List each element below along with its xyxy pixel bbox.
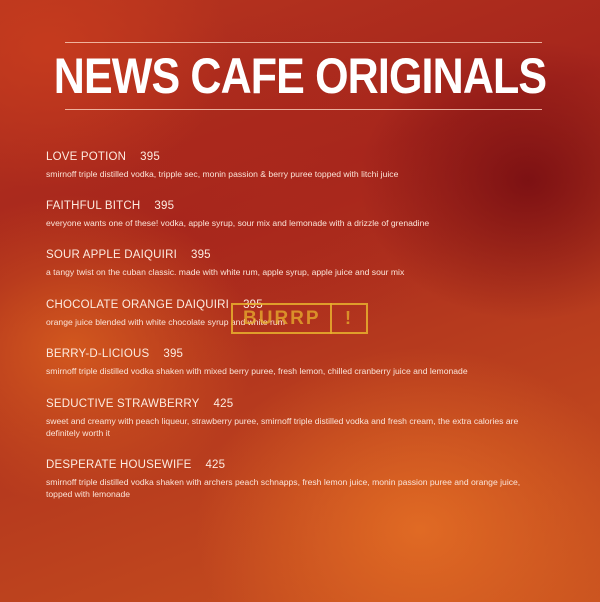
watermark-exclamation-mark: !	[330, 303, 366, 334]
item-price: 395	[154, 200, 175, 212]
item-name-row: LOVE POTION 395	[46, 150, 546, 164]
item-price: 395	[163, 348, 184, 360]
item-description: smirnoff triple distilled vodka, tripple…	[46, 169, 399, 179]
menu-item-sour-apple-daiquiri: SOUR APPLE DAIQUIRI 395 a tangy twist on …	[46, 248, 546, 278]
item-name-row: FAITHFUL BITCH 395	[46, 199, 546, 213]
menu-item-desperate-housewife: DESPERATE HOUSEWIFE 425 smirnoff triple d…	[46, 458, 546, 500]
title-bottom-rule	[65, 109, 542, 110]
item-name: FAITHFUL BITCH	[46, 200, 141, 212]
page-title: NEWS CAFE ORIGINALS	[53, 48, 547, 104]
item-name-row: SEDUCTIVE STRAWBERRY 425	[46, 397, 546, 411]
item-name: LOVE POTION	[46, 151, 127, 163]
menu-item-faithful-bitch: FAITHFUL BITCH 395 everyone wants one of …	[46, 199, 546, 229]
item-price: 425	[205, 459, 226, 471]
item-name: CHOCOLATE ORANGE DAIQUIRI	[46, 299, 230, 311]
item-name: SEDUCTIVE STRAWBERRY	[46, 398, 200, 410]
item-description: sweet and creamy with peach liqueur, str…	[46, 416, 519, 438]
item-name: DESPERATE HOUSEWIFE	[46, 459, 192, 471]
item-name-row: SOUR APPLE DAIQUIRI 395	[46, 248, 546, 262]
item-description: smirnoff triple distilled vodka shaken w…	[46, 366, 468, 376]
item-description: smirnoff triple distilled vodka shaken w…	[46, 477, 521, 499]
item-price: 395	[140, 151, 160, 163]
watermark-text: BURRP	[243, 307, 321, 329]
item-price: 425	[213, 398, 234, 410]
menu-item-love-potion: LOVE POTION 395 smirnoff triple distilled…	[46, 150, 546, 180]
item-name: BERRY-D-LICIOUS	[46, 348, 150, 360]
title-top-rule	[65, 42, 542, 43]
menu-item-seductive-strawberry: SEDUCTIVE STRAWBERRY 425 sweet and creamy…	[46, 397, 546, 439]
item-description: everyone wants one of these! vodka, appl…	[46, 218, 430, 228]
item-name-row: BERRY-D-LICIOUS 395	[46, 347, 546, 361]
burrp-watermark: BURRP !	[231, 303, 368, 334]
menu-page: NEWS CAFE ORIGINALS LOVE POTION 395 smirn…	[0, 0, 600, 602]
item-price: 395	[190, 249, 211, 261]
item-description: a tangy twist on the cuban classic. made…	[46, 267, 405, 277]
menu-item-berry-d-licious: BERRY-D-LICIOUS 395 smirnoff triple disti…	[46, 347, 546, 377]
item-name-row: DESPERATE HOUSEWIFE 425	[46, 458, 546, 472]
item-name: SOUR APPLE DAIQUIRI	[46, 249, 177, 261]
